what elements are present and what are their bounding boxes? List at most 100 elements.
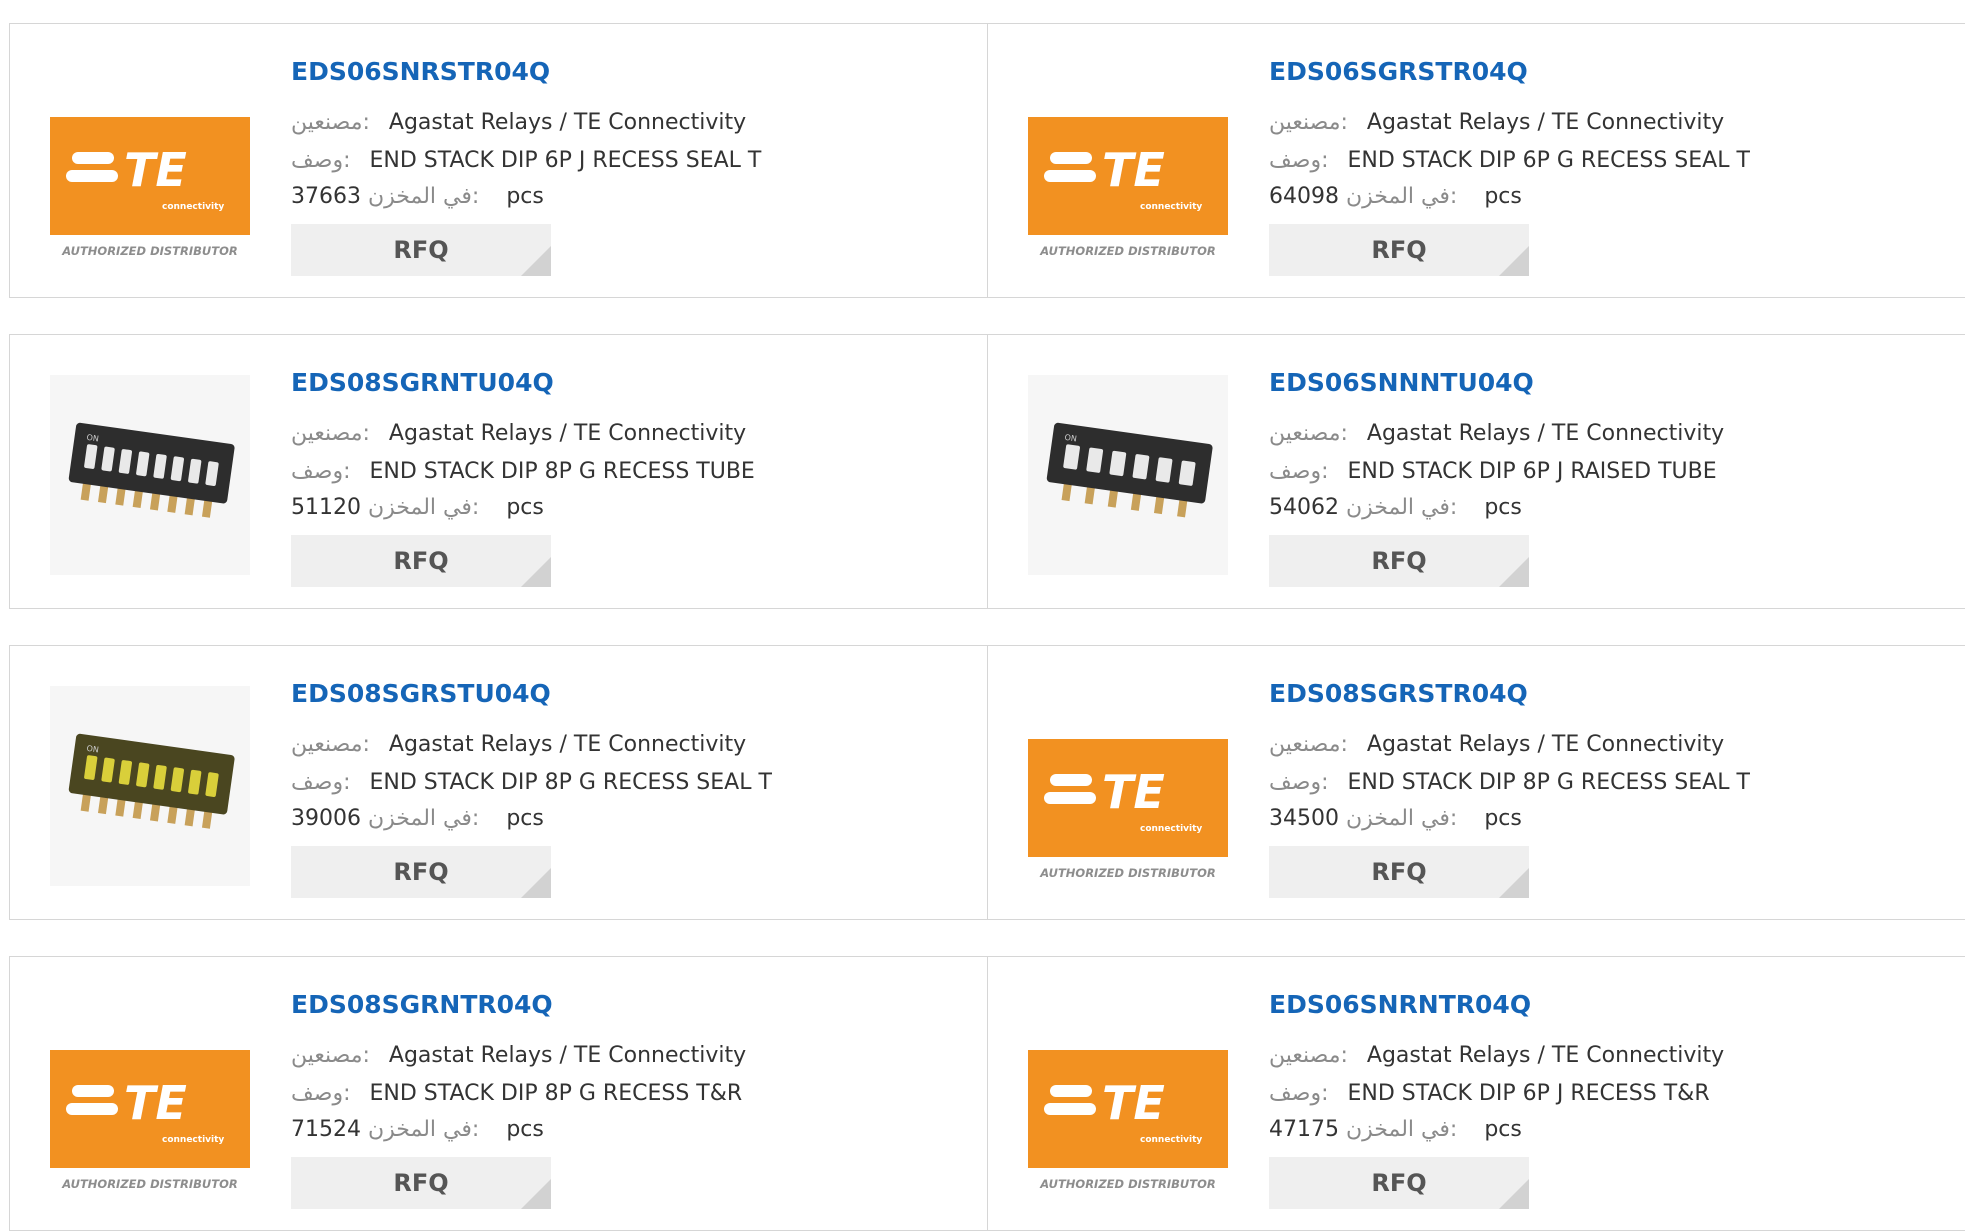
rfq-button[interactable]: RFQ — [1269, 1157, 1529, 1209]
te-logo-bar — [72, 152, 114, 164]
dip-on-marking: ON — [1064, 433, 1077, 444]
description-value: END STACK DIP 8P G RECESS TUBE — [369, 459, 755, 484]
description-label: وصف: — [291, 459, 351, 484]
stock-row: 64098 في المخزن: pcs — [1269, 180, 1522, 214]
description-value: END STACK DIP 6P J RECESS SEAL T — [369, 148, 762, 173]
description-value: END STACK DIP 8P G RECESS T&R — [369, 1081, 743, 1106]
rfq-corner-fold — [521, 557, 551, 587]
te-logo-bar — [1044, 792, 1096, 804]
product-card: TE connectivity AUTHORIZED DISTRIBUTOR E… — [987, 956, 1965, 1231]
rfq-corner-fold — [521, 868, 551, 898]
stock-value: 64098 — [1269, 184, 1339, 209]
product-card: TE connectivity AUTHORIZED DISTRIBUTOR E… — [9, 956, 989, 1231]
stock-unit: pcs — [506, 495, 544, 520]
rfq-button-label: RFQ — [1371, 858, 1427, 886]
te-logo-wordmark: TE — [1102, 143, 1165, 197]
part-number-link[interactable]: EDS08SGRNTR04Q — [291, 990, 553, 1019]
te-logo-tagline: connectivity — [1140, 1135, 1202, 1145]
te-logo-bar — [1050, 774, 1092, 786]
description-label: وصف: — [1269, 770, 1329, 795]
dip-switch-photo: ON — [50, 686, 250, 886]
rfq-button[interactable]: RFQ — [1269, 846, 1529, 898]
authorized-distributor-caption: AUTHORIZED DISTRIBUTOR — [1039, 866, 1216, 880]
te-logo-tagline: connectivity — [162, 1135, 224, 1145]
manufacturer-value: Agastat Relays / TE Connectivity — [1366, 732, 1725, 757]
rfq-corner-fold — [1499, 246, 1529, 276]
manufacturer-row: مصنعين: Agastat Relays / TE Connectivity — [1269, 417, 1724, 451]
stock-value: 54062 — [1269, 495, 1339, 520]
stock-row: 51120 في المخزن: pcs — [291, 491, 544, 525]
product-card: ON EDS08SGRNTU04Q مصنعين: Agastat Relays… — [9, 334, 989, 609]
manufacturer-label: مصنعين: — [291, 421, 370, 446]
rfq-corner-fold — [521, 1179, 551, 1209]
manufacturer-label: مصنعين: — [1269, 421, 1348, 446]
stock-value: 34500 — [1269, 806, 1339, 831]
part-number-link[interactable]: EDS08SGRSTU04Q — [291, 679, 551, 708]
stock-row: 71524 في المخزن: pcs — [291, 1113, 544, 1147]
rfq-button-label: RFQ — [393, 1169, 449, 1197]
part-number-link[interactable]: EDS06SNRNTR04Q — [1269, 990, 1531, 1019]
description-value: END STACK DIP 8P G RECESS SEAL T — [1347, 770, 1750, 795]
te-logo-bar — [66, 170, 118, 182]
description-row: وصف: END STACK DIP 6P J RECESS SEAL T — [291, 144, 761, 178]
manufacturer-row: مصنعين: Agastat Relays / TE Connectivity — [291, 1039, 746, 1073]
description-value: END STACK DIP 8P G RECESS SEAL T — [369, 770, 772, 795]
stock-unit: pcs — [506, 184, 544, 209]
rfq-button-label: RFQ — [393, 547, 449, 575]
product-card: ON EDS08SGRSTU04Q مصنعين: Agastat Relays… — [9, 645, 989, 920]
description-label: وصف: — [1269, 459, 1329, 484]
manufacturer-value: Agastat Relays / TE Connectivity — [388, 421, 747, 446]
rfq-button[interactable]: RFQ — [291, 224, 551, 276]
manufacturer-label: مصنعين: — [291, 110, 370, 135]
manufacturer-row: مصنعين: Agastat Relays / TE Connectivity — [291, 728, 746, 762]
te-logo-bar — [66, 1103, 118, 1115]
rfq-corner-fold — [1499, 557, 1529, 587]
rfq-corner-fold — [1499, 1179, 1529, 1209]
authorized-distributor-caption: AUTHORIZED DISTRIBUTOR — [61, 1177, 238, 1191]
te-logo-bar — [1044, 170, 1096, 182]
stock-row: 39006 في المخزن: pcs — [291, 802, 544, 836]
rfq-button-label: RFQ — [393, 858, 449, 886]
manufacturer-row: مصنعين: Agastat Relays / TE Connectivity — [291, 106, 746, 140]
stock-label: في المخزن: — [368, 184, 480, 209]
stock-unit: pcs — [506, 1117, 544, 1142]
manufacturer-row: مصنعين: Agastat Relays / TE Connectivity — [291, 417, 746, 451]
rfq-button[interactable]: RFQ — [291, 846, 551, 898]
description-row: وصف: END STACK DIP 8P G RECESS T&R — [291, 1077, 742, 1111]
te-logo-tagline: connectivity — [1140, 824, 1202, 834]
description-row: وصف: END STACK DIP 6P J RECESS T&R — [1269, 1077, 1710, 1111]
part-number-link[interactable]: EDS06SNNNTU04Q — [1269, 368, 1534, 397]
rfq-button[interactable]: RFQ — [1269, 535, 1529, 587]
description-value: END STACK DIP 6P G RECESS SEAL T — [1347, 148, 1750, 173]
description-row: وصف: END STACK DIP 8P G RECESS SEAL T — [291, 766, 772, 800]
stock-unit: pcs — [506, 806, 544, 831]
te-logo-tagline: connectivity — [1140, 202, 1202, 212]
rfq-button[interactable]: RFQ — [1269, 224, 1529, 276]
authorized-distributor-caption: AUTHORIZED DISTRIBUTOR — [61, 244, 238, 258]
rfq-button[interactable]: RFQ — [291, 535, 551, 587]
manufacturer-row: مصنعين: Agastat Relays / TE Connectivity — [1269, 106, 1724, 140]
rfq-button-label: RFQ — [1371, 547, 1427, 575]
dip-on-marking: ON — [86, 433, 99, 444]
manufacturer-row: مصنعين: Agastat Relays / TE Connectivity — [1269, 728, 1724, 762]
manufacturer-label: مصنعين: — [1269, 732, 1348, 757]
stock-unit: pcs — [1484, 806, 1522, 831]
part-number-link[interactable]: EDS06SGRSTR04Q — [1269, 57, 1528, 86]
description-row: وصف: END STACK DIP 8P G RECESS TUBE — [291, 455, 755, 489]
stock-unit: pcs — [1484, 184, 1522, 209]
te-logo-wordmark: TE — [1102, 1076, 1165, 1130]
te-connectivity-logo: TE connectivity AUTHORIZED DISTRIBUTOR — [1028, 739, 1228, 880]
rfq-button[interactable]: RFQ — [291, 1157, 551, 1209]
part-number-link[interactable]: EDS06SNRSTR04Q — [291, 57, 550, 86]
stock-label: في المخزن: — [1346, 495, 1458, 520]
part-number-link[interactable]: EDS08SGRNTU04Q — [291, 368, 554, 397]
part-number-link[interactable]: EDS08SGRSTR04Q — [1269, 679, 1528, 708]
manufacturer-label: مصنعين: — [291, 732, 370, 757]
te-logo-wordmark: TE — [1102, 765, 1165, 819]
stock-unit: pcs — [1484, 495, 1522, 520]
description-label: وصف: — [291, 1081, 351, 1106]
stock-row: 37663 في المخزن: pcs — [291, 180, 544, 214]
stock-value: 47175 — [1269, 1117, 1339, 1142]
stock-value: 37663 — [291, 184, 361, 209]
rfq-button-label: RFQ — [1371, 1169, 1427, 1197]
